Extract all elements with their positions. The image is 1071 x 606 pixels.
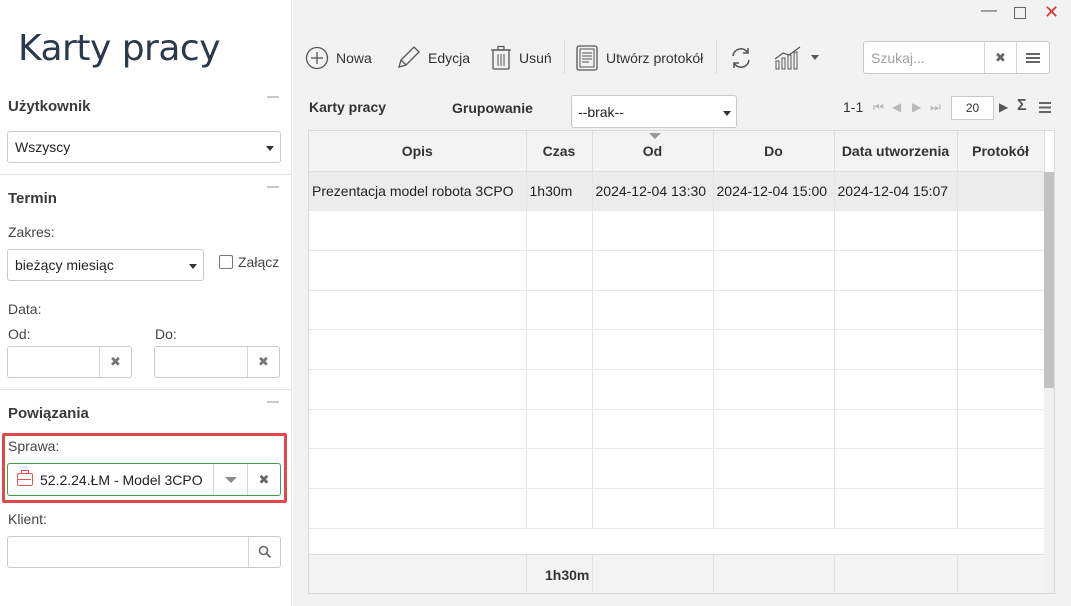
new-button[interactable]: Nowa [305, 42, 372, 74]
user-select[interactable]: Wszyscy [7, 131, 281, 163]
last-page-icon[interactable]: ⏭ [930, 100, 941, 115]
column-header[interactable]: Od [592, 131, 714, 172]
table-row[interactable]: Prezentacja model robota 3CPO 1h30m 2024… [309, 171, 1045, 212]
table-cell: Prezentacja model robota 3CPO [309, 171, 527, 212]
edit-button[interactable]: Edycja [395, 42, 470, 74]
empty-row [309, 329, 1045, 370]
clear-date-from-button[interactable]: ✖ [99, 347, 131, 377]
search-client-button[interactable] [248, 537, 280, 567]
date-from-input[interactable]: ✖ [7, 346, 132, 378]
grouping-select[interactable]: --brak-- [571, 95, 737, 128]
range-select[interactable]: bieżący miesiąc [7, 249, 204, 281]
sort-indicator-icon [648, 133, 661, 139]
grid-footer: 1h30m [309, 554, 1044, 593]
column-header[interactable]: Data utworzenia [834, 131, 958, 172]
clear-case-button[interactable]: ✖ [247, 464, 280, 495]
case-value: 52.2.24.ŁM - Model 3CPO [40, 472, 203, 488]
case-select[interactable]: 52.2.24.ŁM - Model 3CPO ✖ [7, 463, 281, 496]
column-header[interactable]: Opis [309, 131, 527, 172]
grid-title: Karty pracy [309, 99, 387, 115]
clear-search-button[interactable]: ✖ [984, 42, 1016, 73]
toolbar-separator [564, 40, 565, 74]
document-icon [576, 45, 598, 71]
sidebar: Karty pracy Użytkownik Wszyscy Termin Za… [0, 0, 292, 606]
pager-range: 1-1 [843, 99, 864, 115]
column-header[interactable]: Czas [526, 131, 593, 172]
column-header[interactable]: Do [713, 131, 835, 172]
client-label: Klient: [8, 511, 47, 527]
toolbar-separator [716, 40, 717, 74]
trash-icon [491, 45, 511, 70]
grid-header-row: Opis Czas Od Do Data utworzenia Protokół [309, 131, 1045, 172]
first-page-icon[interactable]: ⏮ [873, 100, 884, 115]
delete-button[interactable]: Usuń [490, 42, 552, 74]
empty-row [309, 369, 1045, 410]
grouping-label: Grupowanie [452, 100, 533, 116]
links-section-title: Powiązania [8, 405, 89, 422]
user-section-title: Użytkownik [8, 98, 91, 115]
date-to-input[interactable]: ✖ [154, 346, 280, 378]
close-icon[interactable]: ✕ [1044, 2, 1059, 23]
empty-row [309, 250, 1045, 291]
empty-row [309, 210, 1045, 251]
table-cell [957, 171, 1045, 212]
prev-page-icon[interactable]: ◀ [892, 100, 901, 114]
grid-menu-icon[interactable] [1039, 102, 1051, 113]
client-input[interactable] [7, 536, 281, 568]
chart-icon [774, 46, 801, 70]
empty-row [309, 409, 1045, 450]
table-cell: 1h30m [526, 171, 593, 212]
plus-circle-icon [305, 46, 329, 70]
from-label: Od: [8, 326, 31, 342]
clear-date-to-button[interactable]: ✖ [247, 347, 279, 377]
case-label: Sprawa: [8, 438, 60, 454]
next-page-icon[interactable]: ▶ [912, 100, 921, 114]
vertical-scrollbar[interactable] [1044, 172, 1054, 593]
chevron-down-icon [266, 146, 274, 151]
empty-row [309, 488, 1045, 529]
collapse-links-section-icon[interactable] [267, 401, 279, 403]
menu-icon [1026, 53, 1040, 63]
briefcase-icon [17, 470, 33, 486]
footer-sum: 1h30m [545, 567, 590, 583]
page-size-input[interactable]: 20 [951, 96, 994, 120]
to-label: Do: [155, 326, 177, 342]
table-cell: 2024-12-04 13:30 [592, 171, 714, 212]
chevron-down-icon [723, 111, 731, 116]
attach-label: Załącz [238, 254, 280, 270]
maximize-icon[interactable] [1014, 7, 1026, 19]
refresh-icon [732, 48, 750, 68]
chevron-down-icon [189, 264, 197, 269]
empty-row [309, 290, 1045, 331]
data-grid: Opis Czas Od Do Data utworzenia Protokół… [308, 130, 1055, 594]
collapse-term-section-icon[interactable] [267, 186, 279, 188]
create-protocol-button[interactable]: Utwórz protokół [575, 42, 703, 74]
table-cell: 2024-12-04 15:07 [834, 171, 958, 212]
minimize-icon[interactable]: — [981, 2, 997, 20]
page-size-arrow-icon[interactable]: ▶ [999, 100, 1008, 114]
column-header[interactable]: Protokół [957, 131, 1045, 172]
attach-checkbox[interactable] [219, 255, 233, 269]
case-dropdown-button[interactable] [213, 464, 247, 495]
range-label: Zakres: [8, 224, 55, 240]
empty-row [309, 448, 1045, 489]
search-menu-button[interactable] [1016, 42, 1049, 73]
sum-icon[interactable]: Σ [1017, 97, 1027, 115]
collapse-user-section-icon[interactable] [267, 96, 279, 98]
divider [0, 389, 292, 390]
search-icon [258, 545, 271, 559]
table-cell: 2024-12-04 15:00 [713, 171, 835, 212]
search-input[interactable]: Szukaj... ✖ [863, 41, 1050, 74]
chart-menu-button[interactable] [773, 42, 827, 74]
page-title: Karty pracy [18, 28, 221, 69]
pencil-icon [398, 46, 420, 68]
date-label: Data: [8, 301, 42, 317]
scrollbar-thumb[interactable] [1044, 172, 1054, 388]
main-panel: — ✕ Nowa Edycja Usuń Utwórz protokół Szu… [293, 0, 1071, 606]
chevron-down-icon [811, 55, 819, 60]
divider [0, 174, 292, 175]
term-section-title: Termin [8, 190, 57, 207]
refresh-button[interactable] [729, 42, 760, 74]
